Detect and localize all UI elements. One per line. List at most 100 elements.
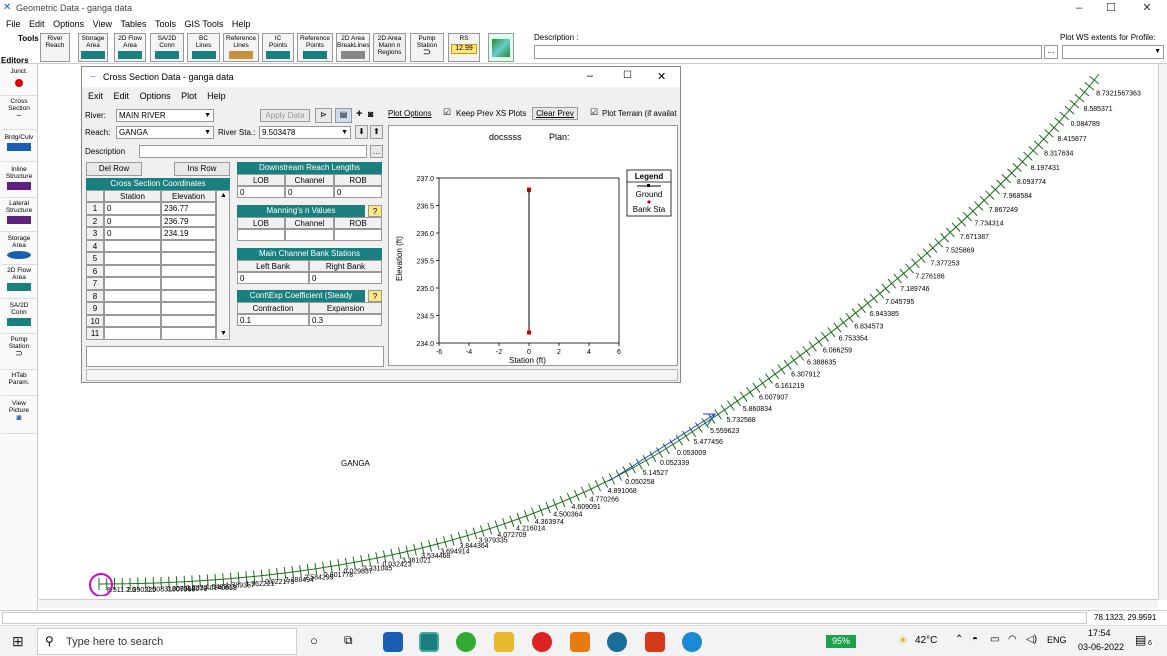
maximize-button[interactable]: ☐ (1098, 1, 1124, 16)
xs-line[interactable] (1054, 117, 1065, 127)
mann-channel-input[interactable] (285, 229, 334, 241)
left-bank-input[interactable]: 0 (237, 272, 309, 284)
gis-picture-button[interactable] (488, 33, 514, 62)
battery-icon[interactable]: ▭ (990, 634, 999, 645)
htab-param-editor-button[interactable]: HTab Param. (1, 372, 37, 396)
coords-station-cell[interactable]: 0 (104, 227, 161, 240)
bc-lines-button[interactable]: BC Lines (187, 33, 220, 62)
xs-line[interactable] (839, 317, 848, 328)
coords-elevation-cell[interactable] (161, 239, 216, 252)
xs-line[interactable] (857, 303, 866, 314)
next-xs-up-button[interactable]: ⬆ (370, 125, 383, 139)
coords-elevation-cell[interactable] (161, 302, 216, 315)
xs-line[interactable] (833, 322, 842, 333)
dialog-menu-help[interactable]: Help (207, 91, 226, 101)
plot-terrain-checkbox[interactable]: ☑ (590, 107, 598, 118)
xs-line[interactable] (1059, 111, 1070, 121)
xs-line[interactable] (875, 288, 885, 299)
xs-line[interactable] (601, 476, 609, 488)
xs-line[interactable] (552, 498, 559, 511)
dialog-menu-exit[interactable]: Exit (88, 91, 103, 101)
office-icon[interactable] (645, 632, 665, 652)
reference-points-button[interactable]: Reference Points (297, 33, 333, 62)
pump-station-editor-button[interactable]: Pump Station ⊃ (1, 336, 37, 370)
xs-line[interactable] (260, 569, 264, 582)
xs-line[interactable] (276, 567, 279, 580)
pump-station-button[interactable]: Pump Station ⊃ (410, 33, 444, 62)
xs-line[interactable] (727, 400, 735, 411)
coords-station-cell[interactable] (104, 327, 161, 340)
coords-scrollbar[interactable]: ▲ ▼ (216, 190, 230, 340)
minimize-button[interactable]: – (1066, 1, 1092, 16)
coords-station-cell[interactable] (104, 264, 161, 277)
coords-elevation-cell[interactable] (161, 289, 216, 302)
ds-rob-input[interactable]: 0 (334, 186, 382, 198)
inline-structure-editor-button[interactable]: Inline Structure (1, 166, 37, 198)
xs-line[interactable] (796, 350, 805, 361)
xs-line[interactable] (821, 331, 830, 343)
sa2d-conn-button[interactable]: SA/2D Conn (150, 33, 184, 62)
xs-line[interactable] (566, 492, 573, 505)
xs-line[interactable] (777, 364, 786, 375)
app-orange-icon[interactable] (570, 632, 590, 652)
xs-description-browse-button[interactable]: … (370, 145, 383, 158)
map-vertical-scrollbar[interactable] (1158, 64, 1167, 600)
view-picture-button[interactable]: View Picture ◙ (1, 400, 37, 434)
hecras-app-icon[interactable] (419, 632, 439, 652)
xs-line[interactable] (893, 273, 902, 284)
mail-icon[interactable] (383, 632, 403, 652)
2d-area-breaklines-button[interactable]: 2D Area BreakLines (336, 33, 370, 62)
xs-line[interactable] (559, 495, 566, 508)
2d-area-mann-n-button[interactable]: 2D Area Mann n Regions (373, 33, 406, 62)
xs-line[interactable] (573, 489, 580, 502)
river-reach-button[interactable]: River Reach (40, 33, 70, 62)
mann-lob-input[interactable] (237, 229, 285, 241)
xs-line[interactable] (1064, 105, 1075, 115)
xs-line[interactable] (1079, 87, 1090, 97)
coords-station-cell[interactable] (104, 252, 161, 265)
menu-file[interactable]: File (6, 17, 21, 31)
menu-help[interactable]: Help (232, 17, 251, 31)
plot-icon-button[interactable]: ⊳ (315, 108, 332, 123)
menu-tables[interactable]: Tables (120, 17, 146, 31)
apply-data-button[interactable]: Apply Data (260, 109, 310, 122)
ds-lob-input[interactable]: 0 (237, 186, 285, 198)
contraction-input[interactable]: 0.1 (237, 314, 309, 326)
network-icon[interactable]: ◓ (972, 634, 978, 645)
plot-ws-select[interactable] (1062, 45, 1164, 59)
xs-line[interactable] (869, 293, 879, 304)
xs-line[interactable] (765, 373, 773, 384)
table-icon-button[interactable]: ▤ (335, 108, 352, 123)
xs-line[interactable] (1074, 93, 1085, 103)
rs-button[interactable]: RS 12.99 (448, 33, 480, 62)
app-search-icon[interactable] (607, 632, 627, 652)
xs-line[interactable] (899, 268, 908, 279)
xs-line[interactable] (580, 486, 587, 498)
dialog-menu-plot[interactable]: Plot (181, 91, 197, 101)
xs-line[interactable] (802, 345, 811, 357)
manning-help-button[interactable]: ? (368, 205, 382, 217)
file-explorer-icon[interactable] (494, 632, 514, 652)
reference-lines-button[interactable]: Reference Lines (223, 33, 259, 62)
plot-options-link[interactable]: Plot Options (388, 109, 432, 118)
coords-elevation-cell[interactable] (161, 264, 216, 277)
coords-station-cell[interactable] (104, 302, 161, 315)
coords-elevation-cell[interactable] (161, 252, 216, 265)
xs-line[interactable] (1084, 81, 1095, 91)
xs-line[interactable] (790, 355, 799, 366)
keep-prev-checkbox[interactable]: ☑ (443, 107, 451, 118)
junction-editor-button[interactable]: Junct. (1, 68, 37, 96)
add-xs-icon[interactable]: + (356, 108, 362, 120)
coords-elevation-cell[interactable] (161, 327, 216, 340)
notification-icon[interactable]: ▤ (1135, 633, 1146, 647)
xs-line[interactable] (714, 409, 722, 420)
menu-edit[interactable]: Edit (29, 17, 45, 31)
menu-gis-tools[interactable]: GIS Tools (185, 17, 224, 31)
xs-line[interactable] (771, 368, 780, 380)
coords-elevation-cell[interactable]: 236.79 (161, 214, 216, 227)
xs-line[interactable] (845, 312, 854, 323)
tray-chevron-icon[interactable]: ⌃ (955, 634, 963, 645)
bridge-culvert-editor-button[interactable]: Brdg/Culv (1, 134, 37, 162)
language-indicator[interactable]: ENG (1047, 635, 1067, 645)
lateral-structure-editor-button[interactable]: Lateral Structure (1, 200, 37, 232)
